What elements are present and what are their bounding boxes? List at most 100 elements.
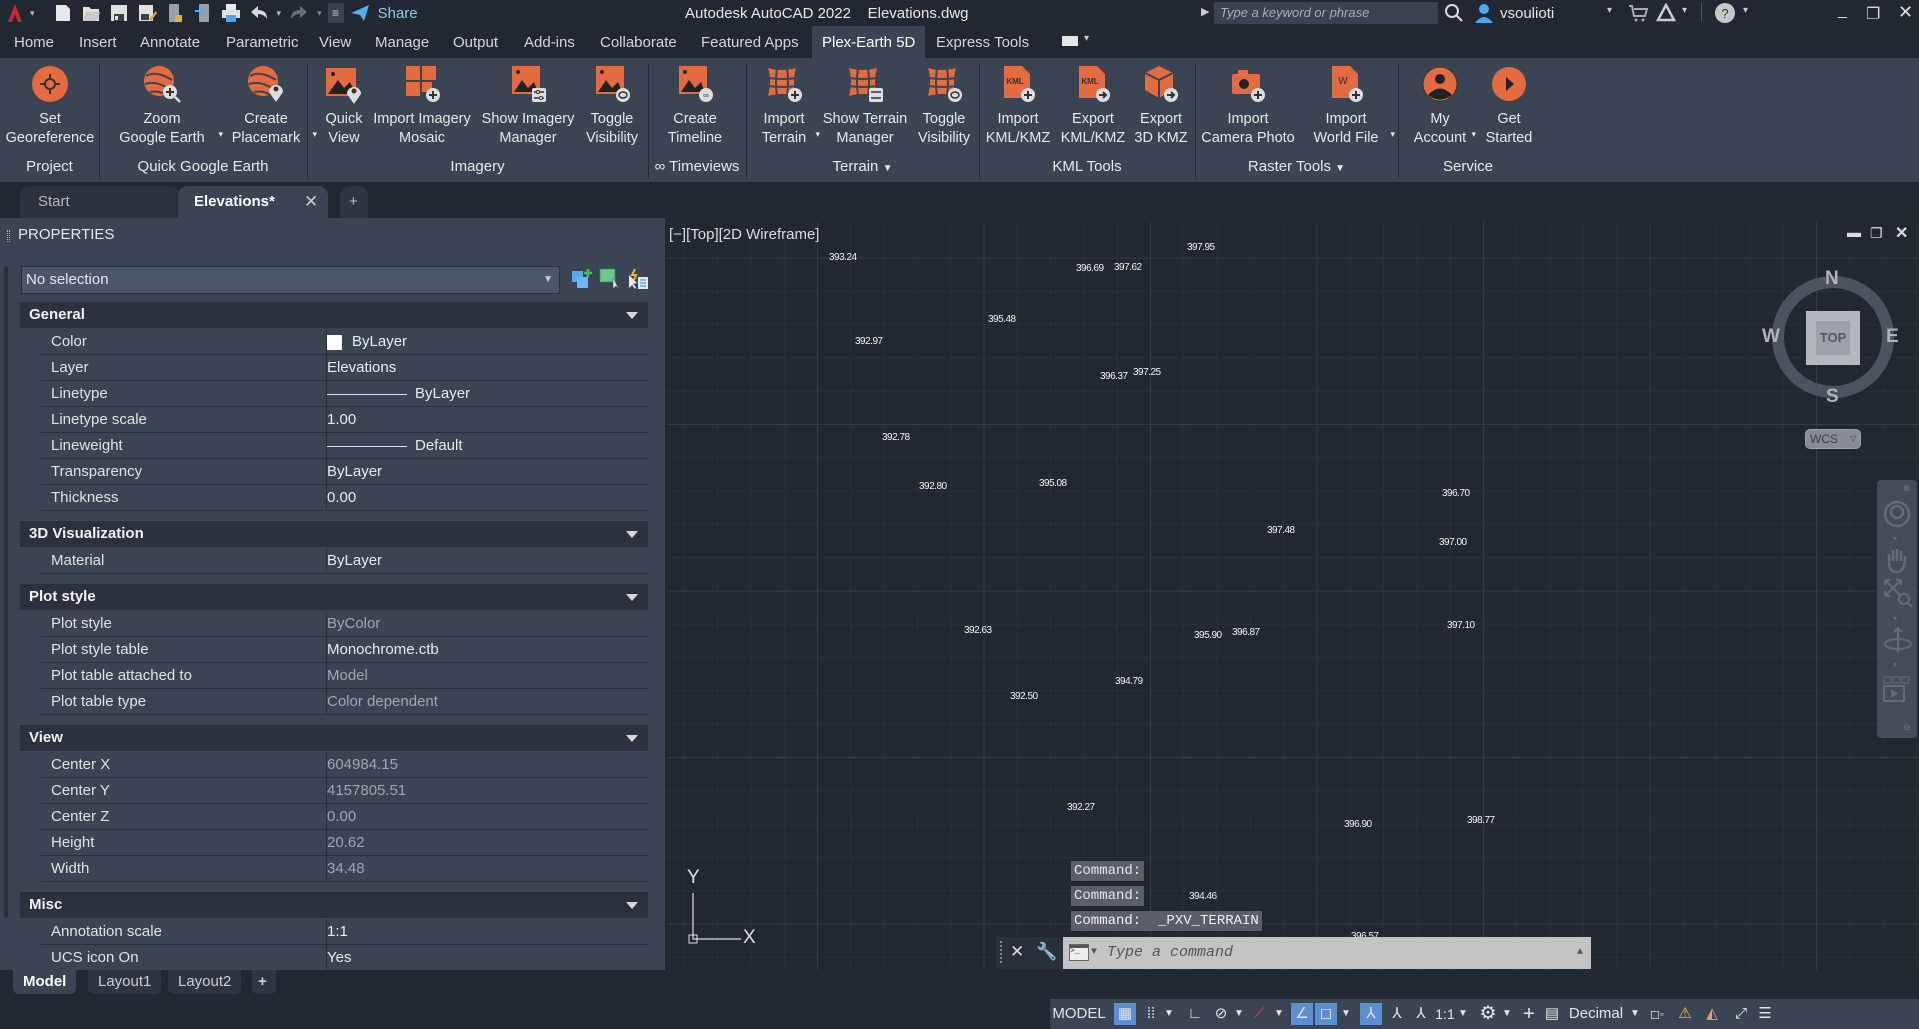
user-dropdown-icon[interactable]: ▾	[1607, 5, 1612, 16]
close-command-line-icon[interactable]: ✕	[1010, 942, 1024, 962]
help-dropdown-icon[interactable]: ▾	[1743, 5, 1748, 16]
elevation-label[interactable]: 392.78	[882, 432, 910, 443]
collapse-icon[interactable]	[626, 312, 638, 319]
snap-mode-icon[interactable]: ⁞⁞	[1140, 1003, 1162, 1025]
share-icon[interactable]	[350, 3, 372, 23]
viewport-controls-label[interactable]: [−][Top][2D Wireframe]	[669, 226, 819, 243]
elevation-label[interactable]: 394.46	[1189, 891, 1217, 902]
elevation-label[interactable]: 395.48	[988, 314, 1016, 325]
property-row[interactable]: Center Y 4157805.51	[41, 778, 648, 804]
elevation-label[interactable]: 392.27	[1067, 802, 1095, 813]
grid-toggle-icon[interactable]: ▦	[1114, 1003, 1136, 1025]
customization-menu-icon[interactable]: ☰	[1754, 1003, 1776, 1025]
autodesk-app-icon[interactable]	[1655, 2, 1677, 26]
command-history-toggle-icon[interactable]: ▲	[1577, 937, 1583, 969]
save-as-icon[interactable]	[137, 3, 159, 23]
compass-n[interactable]: N	[1825, 268, 1839, 290]
ribbon-button-export-kml[interactable]: KML Export KML/KMZ	[1058, 64, 1128, 148]
object-snap-icon[interactable]: ◻	[1315, 1003, 1337, 1025]
annotation-scale-icon[interactable]: ⅄	[1410, 1003, 1432, 1025]
tab-view[interactable]: View	[309, 26, 361, 58]
clean-screen-icon[interactable]: ⤢	[1730, 1003, 1752, 1025]
tab-manage[interactable]: Manage	[365, 26, 439, 58]
palette-scrollbar[interactable]	[4, 266, 8, 918]
tab-add-ins[interactable]: Add-ins	[514, 26, 585, 58]
elevation-label[interactable]: 397.25	[1133, 367, 1161, 378]
elevation-label[interactable]: 392.50	[1010, 691, 1038, 702]
compass-s[interactable]: S	[1826, 386, 1839, 408]
chevron-down-icon[interactable]: ▾	[1893, 534, 1897, 543]
chevron-down-icon[interactable]: ▼	[1500, 1003, 1514, 1025]
property-row[interactable]: Layer Elevations	[41, 355, 648, 381]
chevron-down-icon[interactable]: ▼	[1232, 1003, 1246, 1025]
autodesk-app-dropdown-icon[interactable]: ▾	[1682, 5, 1687, 16]
elevation-label[interactable]: 395.08	[1039, 478, 1067, 489]
workspace-gear-icon[interactable]: ⚙	[1476, 1003, 1500, 1025]
property-row[interactable]: UCS icon On Yes	[41, 945, 648, 971]
ribbon-button-account[interactable]: My Account ▾	[1410, 64, 1476, 148]
ribbon-button-imagery-manager[interactable]: Show Imagery Manager	[478, 64, 578, 148]
tab-express-tools[interactable]: Express Tools	[926, 26, 1039, 58]
compass-w[interactable]: W	[1762, 326, 1780, 348]
elevation-label[interactable]: 397.95	[1187, 242, 1215, 253]
annotation-scale-value[interactable]: 1:1	[1434, 1003, 1456, 1025]
chevron-down-icon[interactable]: ▾	[1893, 614, 1897, 623]
customize-wrench-icon[interactable]: 🔧	[1036, 942, 1057, 962]
viewport-close-icon[interactable]: ✕	[1895, 223, 1908, 243]
file-tab-elevations[interactable]: Elevations* ✕	[178, 186, 328, 218]
command-input[interactable]: >_ ▼ Type a command ▲	[1063, 937, 1591, 969]
showmotion-icon[interactable]	[1883, 676, 1913, 711]
app-menu-icon[interactable]	[6, 3, 24, 23]
orbit-icon[interactable]	[1883, 626, 1913, 661]
elevation-label[interactable]: 393.24	[829, 252, 857, 263]
save-to-mobile-icon[interactable]	[193, 3, 215, 23]
elevation-label[interactable]: 396.87	[1232, 627, 1260, 638]
quick-properties-icon[interactable]: ◻◦	[1646, 1003, 1668, 1025]
drawing-viewport[interactable]: [−][Top][2D Wireframe] 393.24 396.69 397.6…	[667, 222, 1919, 970]
recent-commands-icon[interactable]: >_	[1069, 944, 1089, 961]
ribbon-display-toggle-icon[interactable]	[1062, 36, 1078, 46]
new-tab-button[interactable]: +	[340, 186, 368, 218]
ribbon-button-georeference[interactable]: Set Georeference	[0, 64, 100, 148]
undo-dropdown-icon[interactable]: ▾	[277, 8, 282, 19]
app-menu-dropdown-icon[interactable]: ▾	[30, 8, 35, 19]
ortho-mode-icon[interactable]: ∟	[1184, 1003, 1206, 1025]
collapse-icon[interactable]	[626, 594, 638, 601]
ribbon-button-timeline[interactable]: ∞ Create Timeline	[660, 64, 730, 148]
close-navbar-icon[interactable]: ⊗	[1903, 483, 1911, 494]
property-row[interactable]: Plot style ByColor	[41, 611, 648, 637]
property-row[interactable]: Annotation scale 1:1	[41, 919, 648, 945]
navbar-options-icon[interactable]: ⊖	[1903, 722, 1911, 733]
group-terrain[interactable]: Terrain ▼	[746, 158, 979, 175]
viewport-minimize-icon[interactable]: ▬	[1847, 224, 1861, 240]
help-search-input[interactable]: Type a keyword or phrase	[1214, 2, 1438, 24]
save-icon[interactable]	[109, 3, 131, 23]
elevation-label[interactable]: 395.90	[1194, 630, 1222, 641]
redo-icon[interactable]	[289, 3, 311, 23]
annotation-visibility-icon[interactable]: ⅄	[1360, 1003, 1382, 1025]
property-row[interactable]: Plot table attached to Model	[41, 663, 648, 689]
property-row[interactable]: Height 20.62	[41, 830, 648, 856]
ribbon-button-camera-photo[interactable]: Import Camera Photo	[1198, 64, 1298, 148]
viewcube-top-label[interactable]: TOP	[1816, 321, 1850, 355]
ribbon-button-terrain-visibility[interactable]: Toggle Visibility	[911, 64, 977, 148]
chevron-down-icon[interactable]: ▾	[312, 125, 317, 144]
tab-output[interactable]: Output	[443, 26, 508, 58]
ribbon-button-placemark[interactable]: Create Placemark ▾	[221, 64, 317, 148]
ribbon-button-quick-view[interactable]: Quick View	[319, 64, 369, 148]
elevation-label[interactable]: 392.80	[919, 481, 947, 492]
redo-dropdown-icon[interactable]: ▾	[317, 8, 322, 19]
isolate-objects-icon[interactable]: ◭	[1700, 1003, 1724, 1025]
property-row[interactable]: Linetype ByLayer	[41, 381, 648, 407]
section-misc[interactable]: Misc	[20, 892, 648, 918]
property-row[interactable]: Center Z 0.00	[41, 804, 648, 830]
property-row[interactable]: Material ByLayer	[41, 548, 648, 574]
annotation-monitor-icon[interactable]: +	[1518, 1003, 1540, 1025]
isometric-drafting-icon[interactable]: ⟋	[1248, 1003, 1270, 1025]
property-row[interactable]: Transparency ByLayer	[41, 459, 648, 485]
open-from-mobile-icon[interactable]	[165, 3, 187, 23]
layout-tab-layout1[interactable]: Layout1	[88, 970, 162, 994]
ribbon-button-get-started[interactable]: Get Started	[1482, 64, 1536, 148]
units-value[interactable]: Decimal	[1564, 1003, 1628, 1025]
chevron-down-icon[interactable]: ▼	[1628, 1003, 1642, 1025]
